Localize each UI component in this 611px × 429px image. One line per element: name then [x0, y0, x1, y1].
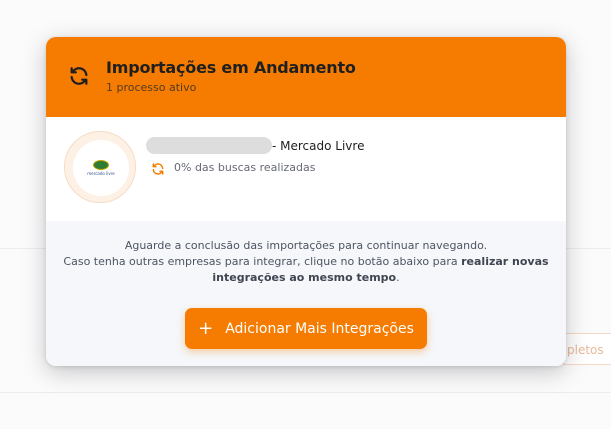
plus-icon: +	[198, 317, 214, 339]
active-process-count: 1 processo ativo	[106, 81, 197, 94]
sync-icon	[68, 65, 90, 87]
import-progress-modal: Importações em Andamento 1 processo ativ…	[46, 37, 566, 366]
background-chip: pletos	[560, 333, 611, 365]
modal-footer: Aguarde a conclusão das importações para…	[46, 221, 566, 366]
import-status: 0% das buscas realizadas	[174, 161, 316, 174]
sync-icon	[151, 161, 165, 175]
logo-text: mercado livre	[87, 171, 115, 176]
company-name-redacted	[146, 137, 272, 154]
notice-line-2-suffix: .	[396, 271, 400, 284]
mercado-livre-logo-icon	[93, 160, 109, 170]
background-divider	[0, 392, 611, 393]
notice-line-2-prefix: Caso tenha outras empresas para integrar…	[63, 255, 462, 268]
notice-line-1: Aguarde a conclusão das importações para…	[124, 239, 488, 252]
add-button-label: Adicionar Mais Integrações	[225, 320, 414, 337]
marketplace-logo: mercado livre	[64, 131, 136, 203]
import-item-title: - Mercado Livre	[272, 139, 365, 153]
notice-text: Aguarde a conclusão das importações para…	[56, 238, 556, 286]
add-more-integrations-button[interactable]: + Adicionar Mais Integrações	[185, 308, 427, 349]
notice-line-2: Caso tenha outras empresas para integrar…	[56, 254, 556, 286]
modal-title: Importações em Andamento	[106, 58, 356, 77]
modal-header: Importações em Andamento 1 processo ativ…	[46, 37, 566, 117]
logo-inner: mercado livre	[73, 140, 129, 196]
